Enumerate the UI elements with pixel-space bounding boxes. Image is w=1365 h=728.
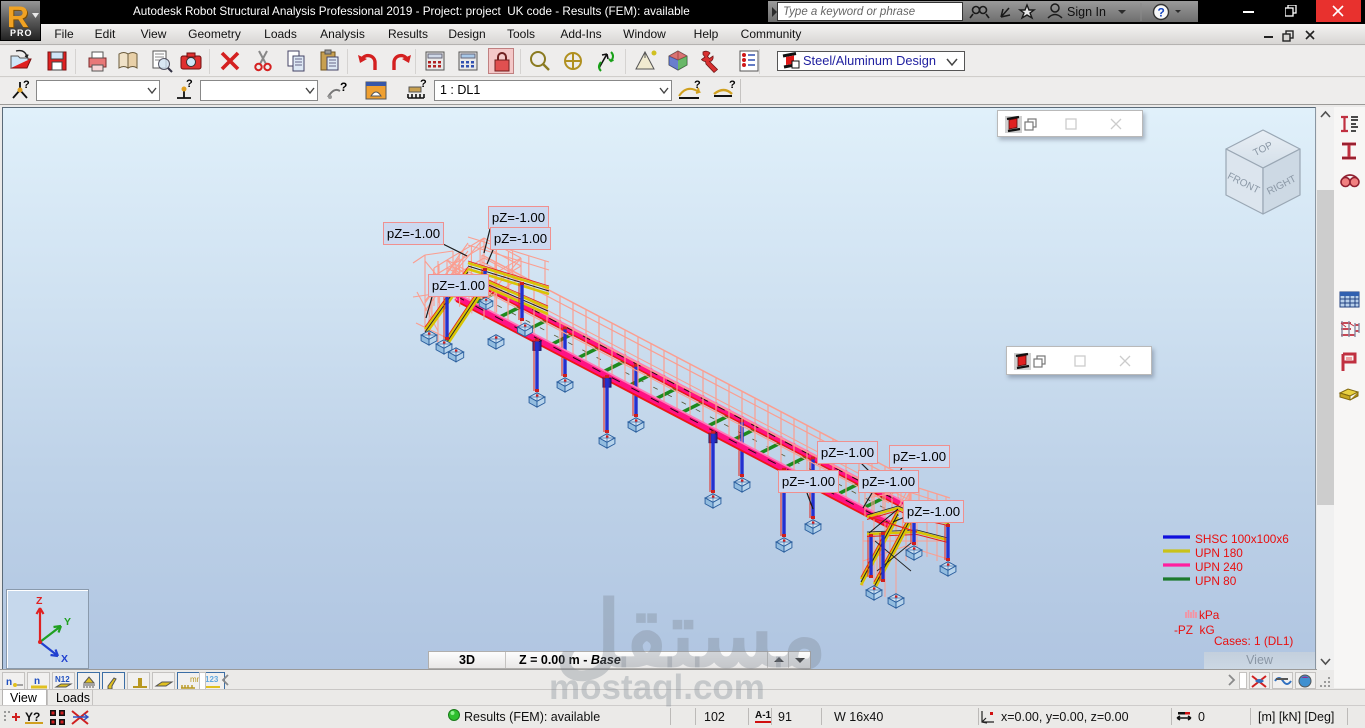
svg-text:Y?: Y?: [25, 710, 40, 724]
svg-text:Z: Z: [36, 595, 43, 607]
svg-text:?: ?: [694, 79, 701, 91]
svg-text:N12: N12: [55, 675, 70, 684]
svg-text:?: ?: [420, 78, 427, 90]
svg-text:mm: mm: [190, 675, 199, 684]
svg-text:n: n: [34, 676, 40, 687]
svg-text:?: ?: [23, 79, 30, 91]
svg-text:123: 123: [205, 675, 219, 684]
svg-text:n: n: [6, 677, 12, 688]
svg-text:Sign In: Sign In: [1067, 5, 1106, 19]
svg-text:?: ?: [340, 80, 347, 94]
svg-text:?: ?: [1158, 6, 1165, 20]
svg-text:?: ?: [186, 79, 193, 90]
svg-text:Y: Y: [64, 616, 71, 628]
svg-text:X: X: [61, 653, 68, 665]
svg-text:?: ?: [729, 79, 736, 91]
